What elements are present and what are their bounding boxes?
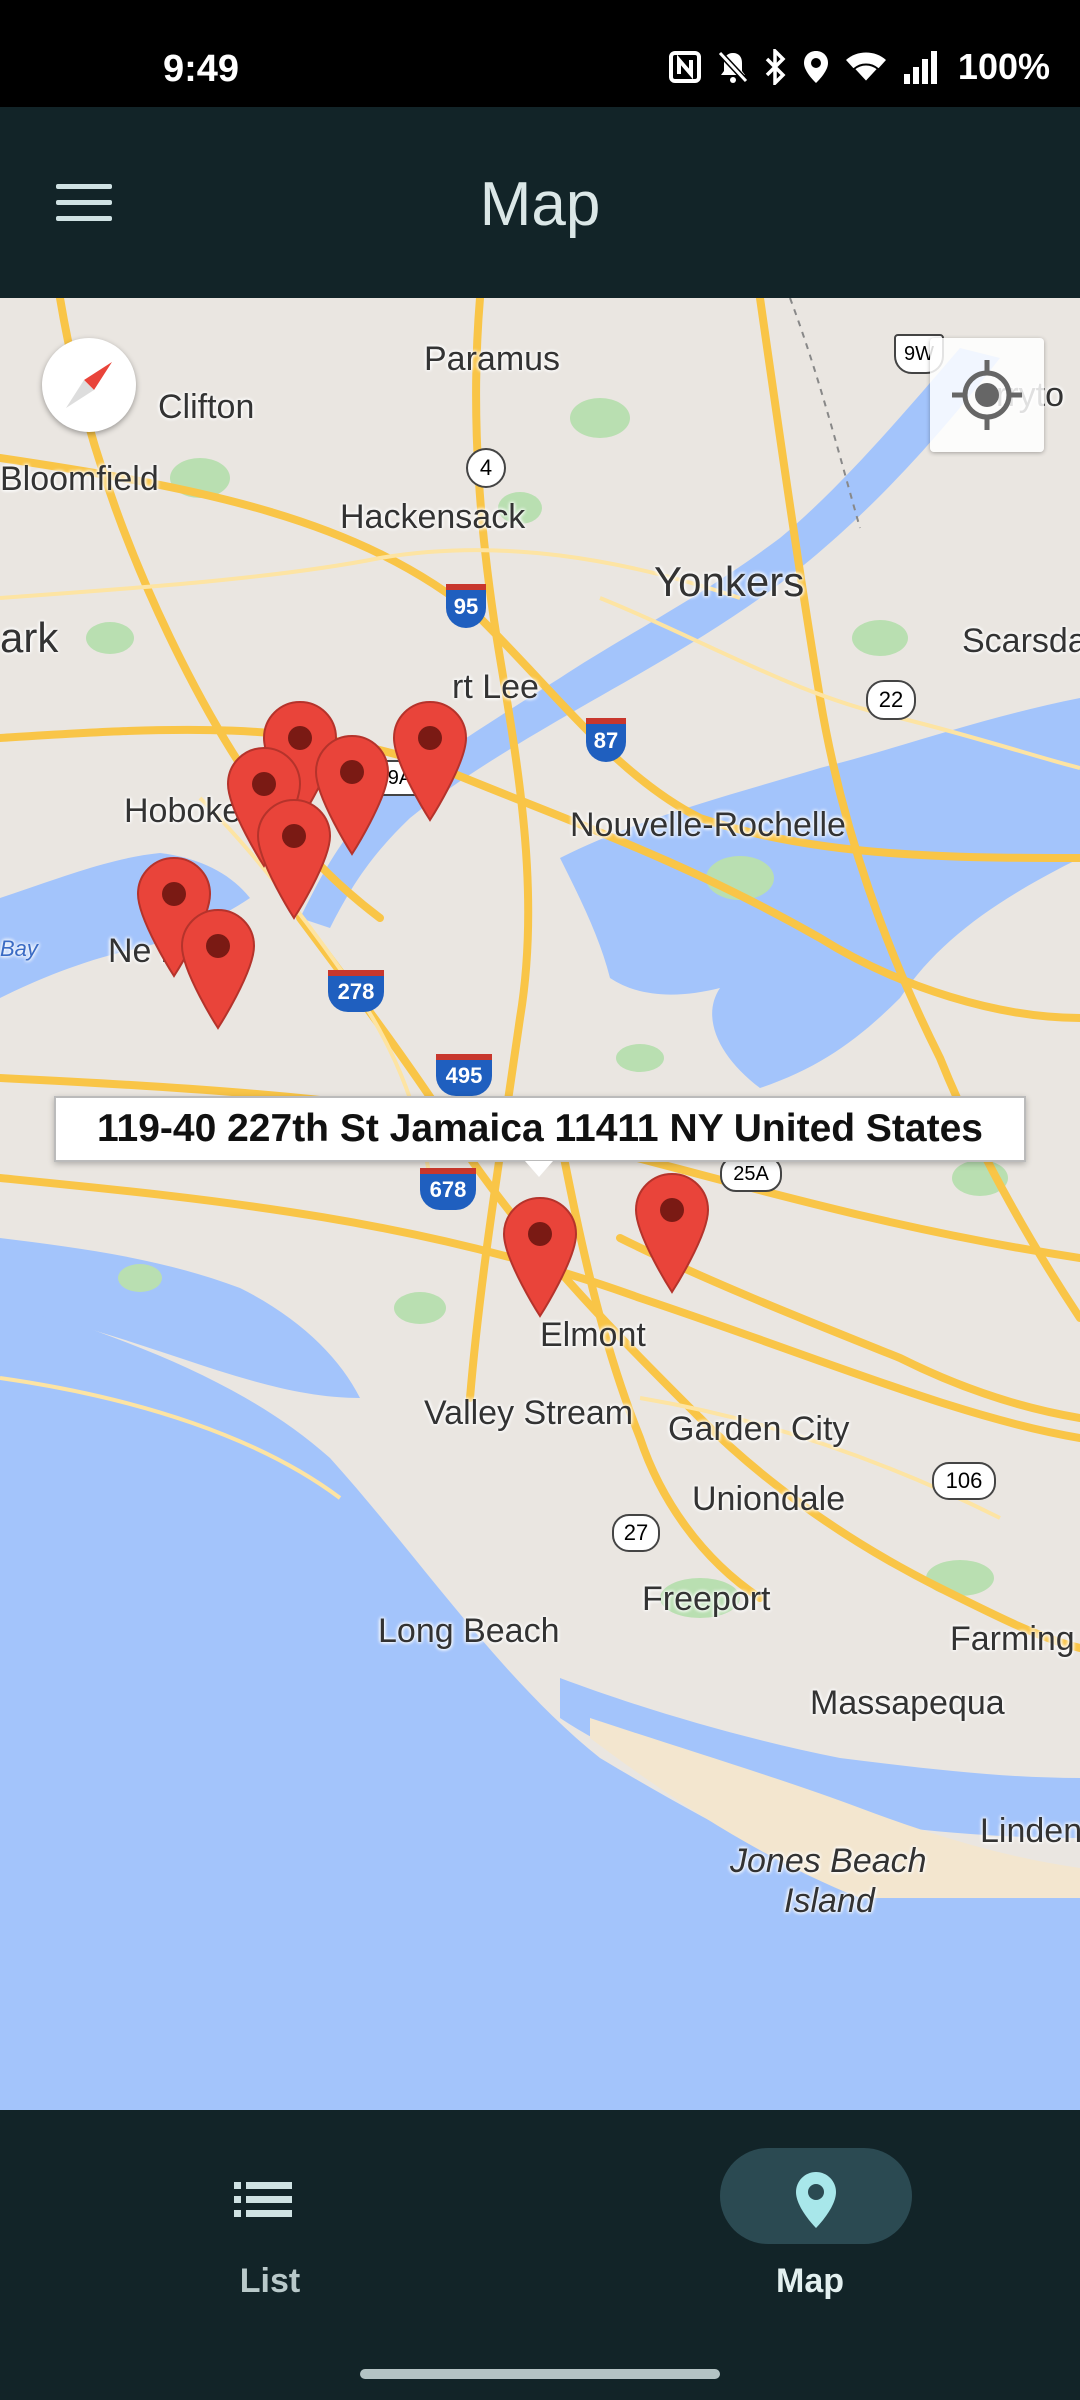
nav-item-map-label: Map <box>776 2262 844 2300</box>
map-label-ark: ark <box>0 614 59 661</box>
battery-percent: 100% <box>957 46 1050 87</box>
map-label-yonkers: Yonkers <box>654 558 805 605</box>
route-shield-22: 22 <box>866 680 916 720</box>
route-shield-label: 678 <box>429 1177 467 1202</box>
route-shield-label: 27 <box>623 1520 649 1545</box>
map-marker[interactable] <box>502 1196 578 1318</box>
map-label-massapequa: Massapequa <box>810 1684 1005 1722</box>
route-shield-label: 87 <box>593 728 619 753</box>
route-shield-495: 495 <box>436 1054 492 1096</box>
map-label-paramus: Paramus <box>424 340 561 378</box>
info-window-address: 119-40 227th St Jamaica 11411 NY United … <box>97 1107 983 1150</box>
compass-icon <box>66 362 112 408</box>
route-shield-678: 678 <box>420 1168 476 1210</box>
map-label-uniondale: Uniondale <box>692 1480 846 1518</box>
map-marker[interactable] <box>392 700 468 822</box>
route-shield-87: 87 <box>586 718 626 762</box>
bluetooth-icon <box>765 49 786 85</box>
app-bar: Map <box>0 107 1080 298</box>
gesture-bar <box>0 2355 1080 2400</box>
nav-item-map[interactable]: Map <box>540 2110 1080 2355</box>
nfc-icon <box>668 51 701 83</box>
map-view[interactable]: Paramus Clifton Bloomfield Hackensack Yo… <box>0 298 1080 2110</box>
map-label-farming: Farming <box>950 1620 1075 1658</box>
status-icons: 100% <box>668 46 1050 88</box>
wifi-icon <box>845 52 886 84</box>
map-label-hackensack: Hackensack <box>340 498 526 536</box>
my-location-button[interactable] <box>930 338 1044 452</box>
status-bar: 9:49 100% <box>0 0 1080 107</box>
map-label-clifton: Clifton <box>158 388 255 426</box>
list-icon <box>234 2182 292 2217</box>
signal-icon <box>903 51 937 84</box>
map-marker[interactable] <box>634 1172 710 1294</box>
map-label-valley-stream: Valley Stream <box>424 1394 634 1432</box>
map-label-linden: Linden <box>980 1812 1080 1850</box>
route-shield-label: 106 <box>945 1468 983 1493</box>
page-title: Map <box>479 170 601 239</box>
map-label-bloomfield: Bloomfield <box>0 460 159 498</box>
map-label-jones-beach: Jones Beach <box>730 1842 927 1880</box>
location-icon <box>803 51 828 83</box>
home-indicator[interactable] <box>360 2369 720 2379</box>
route-shield-label: 22 <box>878 687 904 712</box>
route-shield-label: 495 <box>445 1063 483 1088</box>
nav-item-list[interactable]: List <box>0 2110 540 2355</box>
nav-item-list-label: List <box>239 2262 301 2300</box>
map-label-island: Island <box>784 1882 875 1920</box>
route-shield-label: 278 <box>337 979 375 1004</box>
route-shield-27: 27 <box>612 1514 660 1552</box>
map-label-scarsdale: Scarsda <box>962 622 1080 660</box>
route-shield-278: 278 <box>328 970 384 1012</box>
map-marker[interactable] <box>180 908 256 1030</box>
info-window-tail <box>525 1161 553 1177</box>
map-label-elmont: Elmont <box>540 1316 646 1354</box>
route-shield-label: 4 <box>479 455 493 480</box>
compass-button[interactable] <box>42 338 136 432</box>
bottom-navigation: List Map <box>0 2110 1080 2355</box>
route-shield-95: 95 <box>446 584 486 628</box>
map-label-garden-city: Garden City <box>668 1410 850 1448</box>
my-location-icon <box>952 360 1022 430</box>
map-label-bay: Bay <box>0 936 38 961</box>
route-shield-label: 25A <box>733 1163 769 1185</box>
route-shield-106: 106 <box>932 1462 996 1500</box>
map-pin-icon <box>796 2172 836 2228</box>
map-label-freeport: Freeport <box>642 1580 771 1618</box>
map-label-long-beach: Long Beach <box>378 1612 560 1650</box>
status-time: 9:49 <box>163 48 240 90</box>
route-shield-4: 4 <box>466 448 506 488</box>
map-label-nouvelle-rochelle: Nouvelle-Rochelle <box>570 806 846 844</box>
route-shield-label: 95 <box>453 594 479 619</box>
map-marker[interactable] <box>256 798 332 920</box>
info-window[interactable]: 119-40 227th St Jamaica 11411 NY United … <box>54 1096 1026 1177</box>
mute-icon <box>717 50 749 84</box>
